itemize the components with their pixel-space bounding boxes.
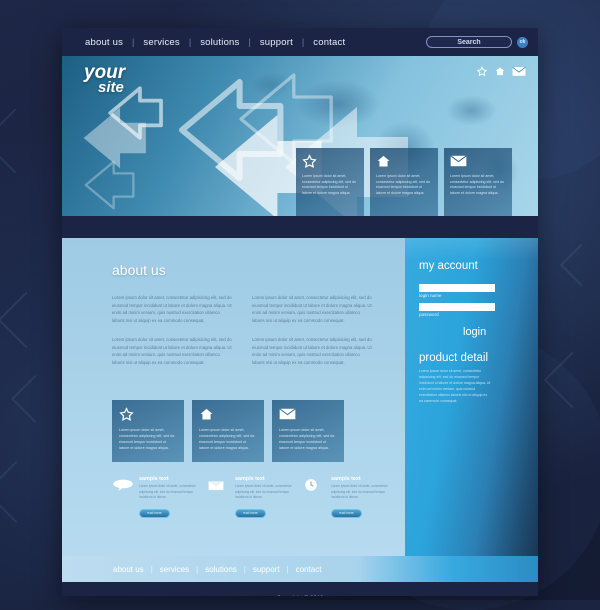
feature-card-group: Lorem ipsum dolor sit amet, consectetur … — [112, 400, 405, 463]
footer-navigation: about us | services | solutions | suppor… — [62, 556, 538, 582]
sample-body: sample text Lorem ipsum dolor sit amet, … — [235, 476, 292, 503]
password-field-row: password — [419, 303, 538, 317]
envelope-icon — [450, 154, 506, 170]
password-label: password — [419, 312, 439, 317]
hero-icon-group — [476, 64, 526, 77]
sample-read-more-button[interactable]: read more — [331, 508, 362, 518]
clock-icon — [304, 476, 326, 503]
sample-text: Lorem ipsum dolor sit amet, consectetur … — [139, 484, 196, 499]
about-paragraph: Lorem ipsum dolor sit amet, consectetur … — [112, 337, 232, 365]
login-name-field-row: login name — [419, 284, 538, 298]
feature-card-text: Lorem ipsum dolor sit amet, consectetur … — [199, 428, 255, 450]
copyright-bar: Copyright © 2010 — [62, 582, 538, 596]
sample-read-more-button[interactable]: read more — [235, 508, 266, 518]
account-sidebar: my account login name password login pro… — [405, 238, 538, 556]
login-name-input[interactable] — [419, 284, 495, 292]
footer-item-support[interactable]: support — [246, 565, 287, 574]
star-icon — [302, 154, 358, 170]
star-icon[interactable] — [476, 64, 488, 77]
site-logo[interactable]: your site — [84, 63, 125, 97]
sample-item: sample text Lorem ipsum dolor sit amet, … — [208, 476, 292, 503]
password-input[interactable] — [419, 303, 495, 311]
about-paragraph: Lorem ipsum dolor sit amet, consectetur … — [252, 295, 372, 323]
nav-item-about-us[interactable]: about us — [76, 37, 132, 48]
about-columns: Lorem ipsum dolor sit amet, consectetur … — [112, 294, 405, 378]
nav-item-services[interactable]: services — [134, 37, 188, 48]
sample-item: sample text Lorem ipsum dolor sit amet, … — [304, 476, 388, 503]
top-navigation-bar: about us | services | solutions | suppor… — [62, 28, 538, 56]
sample-title: sample text — [139, 476, 169, 483]
search-area: ok — [426, 36, 528, 48]
search-input[interactable] — [426, 36, 512, 48]
hero-card[interactable]: Lorem ipsum dolor sit amet, consectetur … — [444, 148, 512, 216]
about-section: about us Lorem ipsum dolor sit amet, con… — [62, 238, 405, 556]
login-name-label: login name — [419, 293, 442, 298]
website-mockup: about us | services | solutions | suppor… — [62, 28, 538, 596]
about-column-right: Lorem ipsum dolor sit amet, consectetur … — [252, 294, 372, 378]
feature-card[interactable]: Lorem ipsum dolor sit amet, consectetur … — [192, 400, 264, 463]
envelope-icon — [208, 476, 230, 503]
hero-card[interactable]: Lorem ipsum dolor sit amet, consectetur … — [296, 148, 364, 216]
hero-card-group: Lorem ipsum dolor sit amet, consectetur … — [296, 148, 512, 216]
footer-item-services[interactable]: services — [153, 565, 196, 574]
sample-text: Lorem ipsum dolor sit amet, consectetur … — [235, 484, 292, 499]
feature-card[interactable]: Lorem ipsum dolor sit amet, consectetur … — [112, 400, 184, 463]
sample-title: sample text — [235, 476, 265, 483]
my-account-title: my account — [419, 260, 478, 272]
hero-card-text: Lorem ipsum dolor sit amet, consectetur … — [376, 174, 430, 195]
product-detail-text: Lorem ipsum dolor sit amet, consectetur … — [419, 369, 491, 403]
nav-item-support[interactable]: support — [251, 37, 302, 48]
sample-text: Lorem ipsum dolor sit amet, consectetur … — [331, 484, 388, 499]
sample-row-group: sample text Lorem ipsum dolor sit amet, … — [112, 476, 405, 503]
search-submit-button[interactable]: ok — [517, 36, 528, 48]
sample-item: sample text Lorem ipsum dolor sit amet, … — [112, 476, 196, 503]
top-nav-list: about us | services | solutions | suppor… — [76, 37, 354, 48]
hero-banner: your site Lorem ipsum dolor sit amet, co… — [62, 56, 538, 216]
nav-item-contact[interactable]: contact — [304, 37, 354, 48]
page-title: about us — [112, 262, 166, 278]
hero-card-text: Lorem ipsum dolor sit amet, consectetur … — [450, 174, 504, 195]
footer-item-about-us[interactable]: about us — [106, 565, 151, 574]
product-detail-title: product detail — [419, 352, 489, 364]
login-button[interactable]: login — [463, 326, 486, 338]
sample-title: sample text — [331, 476, 361, 483]
star-icon — [119, 407, 177, 423]
nav-item-solutions[interactable]: solutions — [191, 37, 248, 48]
envelope-icon[interactable] — [512, 64, 526, 76]
main-content-area: about us Lorem ipsum dolor sit amet, con… — [62, 238, 538, 556]
about-paragraph: Lorem ipsum dolor sit amet, consectetur … — [252, 337, 372, 365]
feature-card[interactable]: Lorem ipsum dolor sit amet, consectetur … — [272, 400, 344, 463]
speech-bubble-icon — [112, 476, 134, 503]
divider-strip — [62, 216, 538, 238]
hero-card-text: Lorem ipsum dolor sit amet, consectetur … — [302, 174, 356, 195]
house-icon[interactable] — [494, 64, 506, 76]
footer-item-contact[interactable]: contact — [289, 565, 329, 574]
logo-line-2: site — [98, 79, 124, 97]
sample-body: sample text Lorem ipsum dolor sit amet, … — [331, 476, 388, 503]
sample-body: sample text Lorem ipsum dolor sit amet, … — [139, 476, 196, 503]
footer-item-solutions[interactable]: solutions — [198, 565, 244, 574]
about-column-left: Lorem ipsum dolor sit amet, consectetur … — [112, 294, 232, 378]
decorative-arrow-outline-thin — [80, 156, 138, 214]
about-paragraph: Lorem ipsum dolor sit amet, consectetur … — [112, 295, 232, 323]
sample-read-more-button[interactable]: read more — [139, 508, 170, 518]
house-icon — [376, 154, 432, 170]
envelope-icon — [279, 407, 337, 423]
hero-card[interactable]: Lorem ipsum dolor sit amet, consectetur … — [370, 148, 438, 216]
feature-card-text: Lorem ipsum dolor sit amet, consectetur … — [119, 428, 175, 450]
house-icon — [199, 407, 257, 423]
feature-card-text: Lorem ipsum dolor sit amet, consectetur … — [279, 428, 335, 450]
